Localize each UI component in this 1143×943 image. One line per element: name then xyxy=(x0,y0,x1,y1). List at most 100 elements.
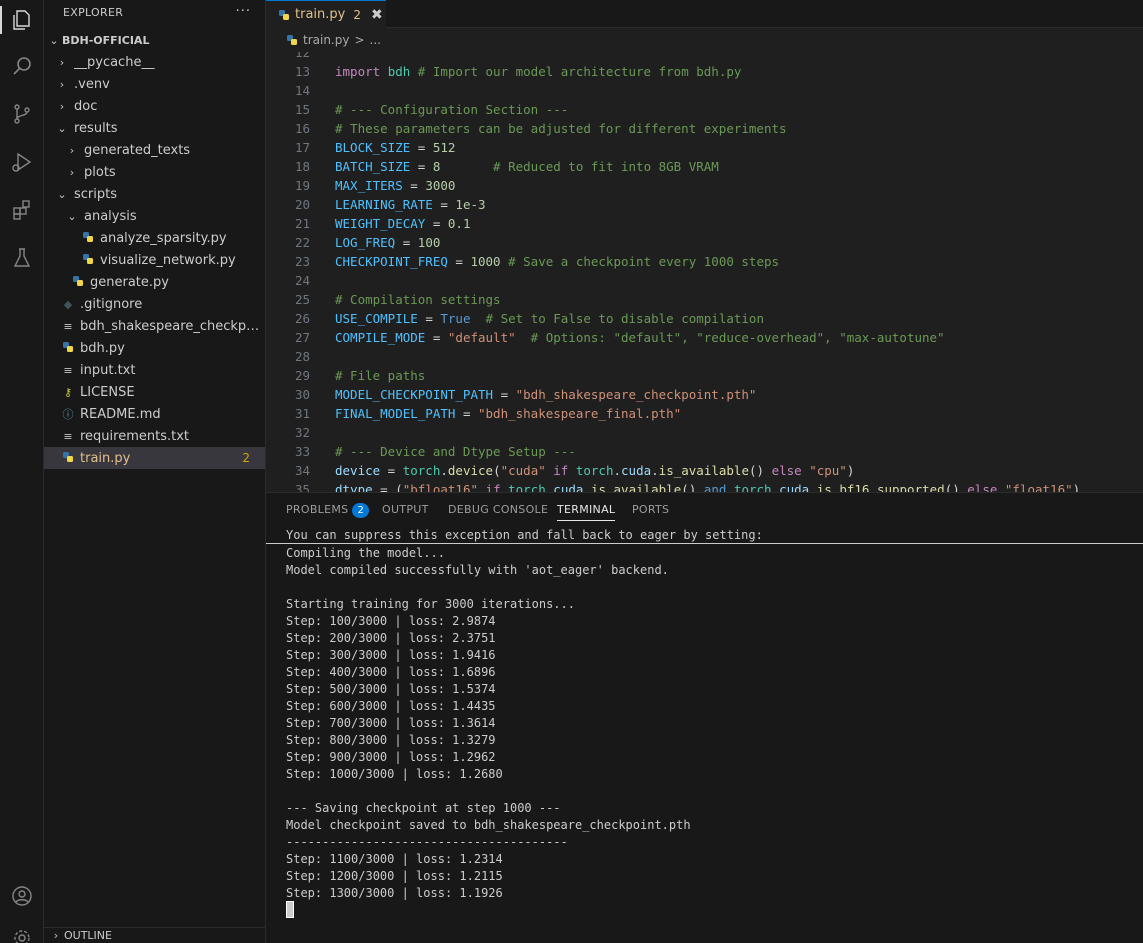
license-file-icon: ⚷ xyxy=(63,385,73,399)
code-line: 17 BLOCK_SIZE = 512 xyxy=(266,138,1143,157)
code-token: . xyxy=(651,463,659,478)
file-item[interactable]: ≡ input.txt xyxy=(44,359,265,381)
code-token: # These parameters can be adjusted for d… xyxy=(335,121,787,136)
panel-tab-terminal[interactable]: TERMINAL xyxy=(557,503,616,521)
terminal-line: Model compiled successfully with 'aot_ea… xyxy=(286,563,669,577)
line-content: # --- Device and Dtype Setup --- xyxy=(335,442,576,461)
folder-item[interactable]: › __pycache__ xyxy=(44,51,265,73)
file-item[interactable]: ⚷ LICENSE xyxy=(44,381,265,403)
terminal-line: Step: 300/3000 | loss: 1.9416 xyxy=(286,648,496,662)
workspace-root[interactable]: ⌄ BDH-OFFICIAL xyxy=(44,29,265,51)
testing-icon[interactable] xyxy=(6,242,38,274)
code-token: 0.1 xyxy=(447,216,471,231)
line-content: # File paths xyxy=(335,366,425,385)
source-control-icon[interactable] xyxy=(6,98,38,130)
code-token: = xyxy=(380,463,403,478)
line-content: COMPILE_MODE = "default" # Options: "def… xyxy=(335,328,945,347)
code-token: CHECKPOINT_FREQ xyxy=(335,254,448,269)
run-debug-icon[interactable] xyxy=(6,146,38,178)
code-line: 30 MODEL_CHECKPOINT_PATH = "bdh_shakespea… xyxy=(266,385,1143,404)
extensions-icon[interactable] xyxy=(6,194,38,226)
line-content: device = torch.device("cuda" if torch.cu… xyxy=(335,461,854,480)
outline-section[interactable]: › OUTLINE xyxy=(44,927,265,943)
line-number: 17 xyxy=(294,140,310,155)
terminal-line: Step: 400/3000 | loss: 1.6896 xyxy=(286,665,496,679)
folder-item[interactable]: › plots xyxy=(44,161,265,183)
code-token: # Compilation settings xyxy=(335,292,501,307)
code-token: cuda xyxy=(553,482,584,492)
folder-item[interactable]: ⌄ analysis xyxy=(44,205,265,227)
file-item[interactable]: ⓘ README.md xyxy=(44,403,265,425)
code-token: is_bf16_supported xyxy=(816,482,945,492)
line-content: CHECKPOINT_FREQ = 1000 # Save a checkpoi… xyxy=(335,252,779,271)
chevron-down-icon: ⌄ xyxy=(49,33,59,47)
terminal-line: --------------------------------------- xyxy=(286,835,568,849)
code-token: "float16" xyxy=(1004,482,1073,492)
tree-item-label: bdh_shakespeare_checkpoint.pth xyxy=(80,318,266,334)
terminal-line: Step: 700/3000 | loss: 1.3614 xyxy=(286,716,496,730)
line-content: BLOCK_SIZE = 512 xyxy=(335,138,455,157)
code-token: = xyxy=(410,159,433,174)
tab-train-py[interactable]: train.py 2 ✖ xyxy=(266,0,386,28)
problems-count-badge: 2 xyxy=(352,503,370,518)
code-token: WEIGHT_DECAY xyxy=(335,216,426,231)
file-item[interactable]: ◆ .gitignore xyxy=(44,293,265,315)
txt-file-icon: ≡ xyxy=(63,319,73,333)
code-token: is_available xyxy=(658,463,749,478)
line-number: 21 xyxy=(294,216,310,231)
code-token: () xyxy=(944,482,968,492)
terminal-line: Step: 1200/3000 | loss: 1.2115 xyxy=(286,869,503,883)
explorer-icon[interactable] xyxy=(0,4,38,36)
code-token: else xyxy=(967,482,998,492)
panel-tab-label: PROBLEMS xyxy=(286,503,349,516)
breadcrumb-symbols[interactable]: ... xyxy=(370,33,381,47)
panel-tab-ports[interactable]: PORTS xyxy=(632,503,669,516)
breadcrumb-file[interactable]: train.py xyxy=(303,33,349,47)
terminal-line: Step: 1300/3000 | loss: 1.1926 xyxy=(286,886,503,900)
folder-item[interactable]: ⌄ results xyxy=(44,117,265,139)
code-token: # --- Configuration Section --- xyxy=(335,102,569,117)
folder-item[interactable]: › generated_texts xyxy=(44,139,265,161)
line-content: LEARNING_RATE = 1e-3 xyxy=(335,195,486,214)
file-item[interactable]: train.py 2 xyxy=(44,447,265,469)
code-token: () xyxy=(748,463,772,478)
folder-item[interactable]: › doc xyxy=(44,95,265,117)
code-token: ( xyxy=(493,463,501,478)
chevron-right-icon: › xyxy=(69,165,75,179)
panel-tab-output[interactable]: OUTPUT xyxy=(382,503,429,516)
account-icon[interactable] xyxy=(6,880,38,912)
search-icon[interactable] xyxy=(6,50,38,82)
terminal-line: Step: 1000/3000 | loss: 1.2680 xyxy=(286,767,503,781)
code-line: 15 # --- Configuration Section --- xyxy=(266,100,1143,119)
code-line: 19 MAX_ITERS = 3000 xyxy=(266,176,1143,195)
file-item[interactable]: ≡ bdh_shakespeare_checkpoint.pth xyxy=(44,315,266,337)
line-number: 23 xyxy=(294,254,310,269)
line-content: # Compilation settings xyxy=(335,290,501,309)
tree-item-label: plots xyxy=(84,164,116,180)
folder-item[interactable]: › .venv xyxy=(44,73,265,95)
code-token: torch xyxy=(575,463,614,478)
panel-tab-debug-console[interactable]: DEBUG CONSOLE xyxy=(448,503,548,516)
file-item[interactable]: generate.py xyxy=(44,271,265,293)
code-line: 14 xyxy=(266,81,1143,100)
gear-icon[interactable] xyxy=(6,922,38,943)
file-item[interactable]: analyze_sparsity.py xyxy=(44,227,265,249)
code-token: device xyxy=(447,463,494,478)
close-icon[interactable]: ✖ xyxy=(371,7,383,23)
panel-tab-label: TERMINAL xyxy=(557,503,616,516)
code-token: is_available xyxy=(590,482,682,492)
line-number: 19 xyxy=(294,178,310,193)
tree-item-label: generate.py xyxy=(90,274,169,290)
folder-item[interactable]: ⌄ scripts xyxy=(44,183,265,205)
chevron-right-icon: › xyxy=(59,55,65,69)
more-actions-icon[interactable]: ··· xyxy=(236,4,251,19)
file-item[interactable]: visualize_network.py xyxy=(44,249,265,271)
file-item[interactable]: ≡ requirements.txt xyxy=(44,425,265,447)
code-editor[interactable]: 12 13 import bdh # Import our model archit… xyxy=(266,52,1143,492)
panel-tab-problems[interactable]: PROBLEMS 2 xyxy=(286,503,370,518)
code-token: . xyxy=(613,463,622,478)
file-item[interactable]: bdh.py xyxy=(44,337,265,359)
tree-item-label: .gitignore xyxy=(80,296,143,312)
code-token: = xyxy=(447,254,471,269)
